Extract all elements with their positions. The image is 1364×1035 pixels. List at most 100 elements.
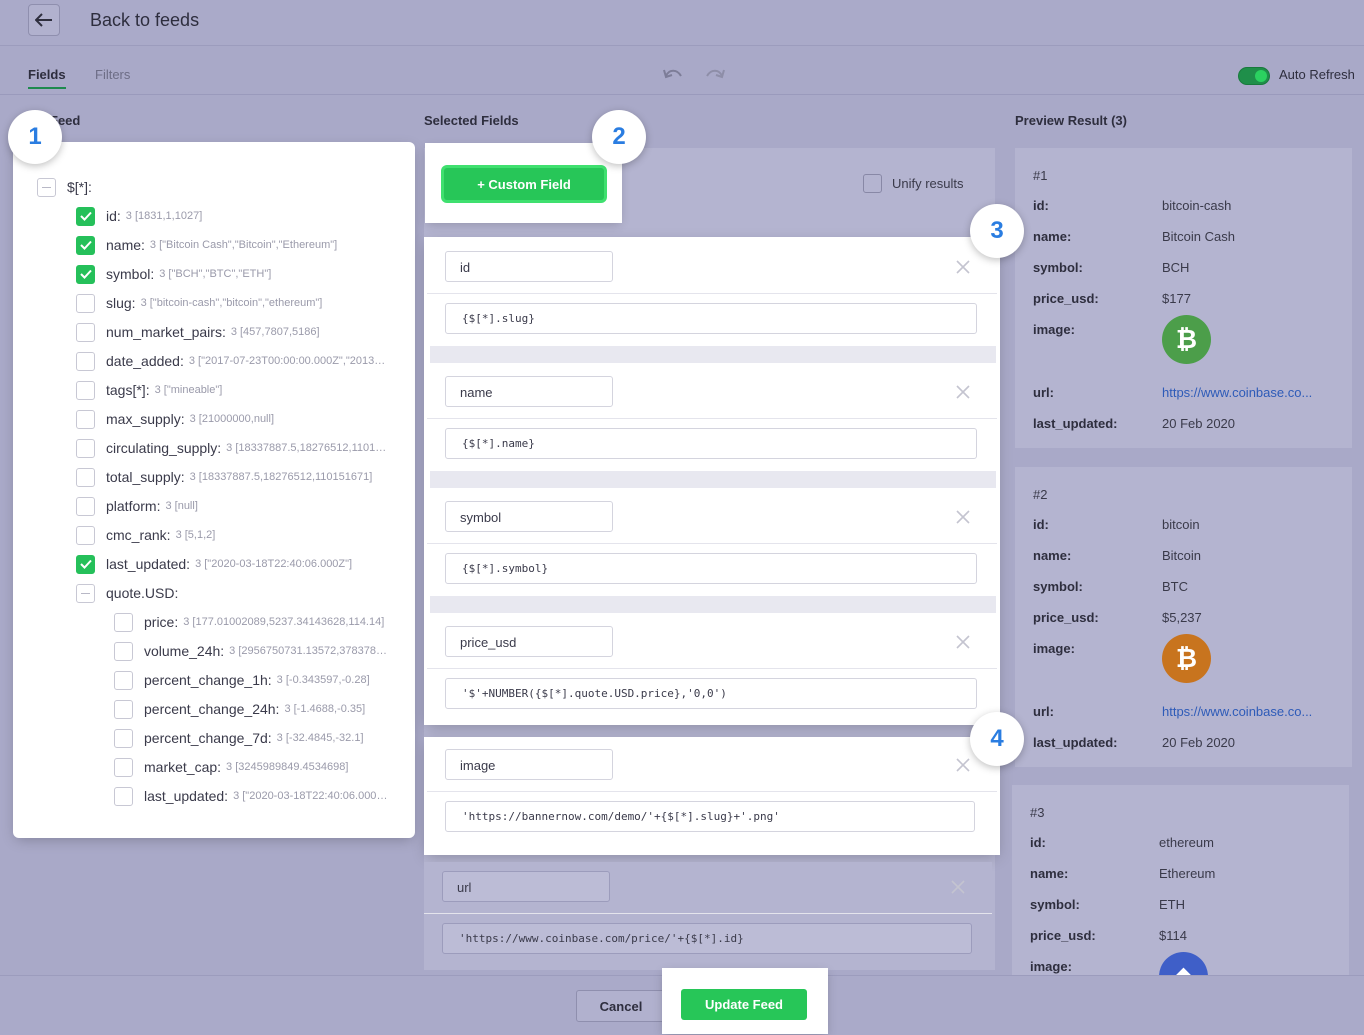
update-feed-button[interactable]: Update Feed xyxy=(681,989,807,1020)
tree-checkbox[interactable] xyxy=(76,206,95,226)
tree-sample-values: 3 [1831,1,1027] xyxy=(125,210,203,222)
field-name-input[interactable]: price_usd xyxy=(445,626,613,657)
field-expression-input[interactable]: {$[*].name} xyxy=(445,428,977,459)
tree-sample-values: 3 ["mineable"] xyxy=(154,384,223,396)
field-expression-input[interactable]: 'https://bannernow.com/demo/'+{$[*].slug… xyxy=(445,801,975,832)
tree-row[interactable]: num_market_pairs: 3 [457,7807,5186] xyxy=(76,321,388,343)
close-icon[interactable] xyxy=(955,259,971,275)
preview-value-name: Bitcoin Cash xyxy=(1162,229,1235,244)
undo-icon[interactable] xyxy=(662,66,684,82)
field-name-input[interactable]: image xyxy=(445,749,613,780)
tree-row[interactable]: id: 3 [1831,1,1027] xyxy=(76,205,388,227)
field-name-input[interactable]: symbol xyxy=(445,501,613,532)
preview-value-price-usd: $177 xyxy=(1162,291,1191,306)
tree-checkbox[interactable] xyxy=(76,554,95,574)
field-name-input[interactable]: name xyxy=(445,376,613,407)
tab-filters[interactable]: Filters xyxy=(95,67,130,82)
tree-row[interactable]: volume_24h: 3 [2956750731.13572,37837845] xyxy=(114,640,388,662)
tree-checkbox[interactable] xyxy=(76,496,95,516)
field-expression-input[interactable]: 'https://www.coinbase.com/price/'+{$[*].… xyxy=(442,923,972,954)
selected-field: name {$[*].name} xyxy=(427,365,997,475)
tree-checkbox[interactable] xyxy=(114,670,133,690)
tree-checkbox[interactable] xyxy=(114,757,133,777)
tree-checkbox[interactable] xyxy=(76,293,95,313)
redo-icon[interactable] xyxy=(704,66,726,82)
close-icon[interactable] xyxy=(950,879,966,895)
close-icon[interactable] xyxy=(955,509,971,525)
custom-field-button[interactable]: + Custom Field xyxy=(444,168,604,200)
preview-label-name: name: xyxy=(1033,229,1072,244)
tree-checkbox[interactable] xyxy=(76,264,95,284)
tree-row[interactable]: platform: 3 [null] xyxy=(76,495,388,517)
tree-row[interactable]: percent_change_24h: 3 [-1.4688,-0.35] xyxy=(114,698,388,720)
tree-row[interactable]: circulating_supply: 3 [18337887.5,1827651… xyxy=(76,437,388,459)
field-name-input[interactable]: url xyxy=(442,871,610,902)
remove-field-button[interactable] xyxy=(950,879,966,895)
field-expression-input[interactable]: {$[*].slug} xyxy=(445,303,977,334)
remove-field-button[interactable] xyxy=(955,384,971,400)
close-icon[interactable] xyxy=(955,757,971,773)
remove-field-button[interactable] xyxy=(955,634,971,650)
close-icon[interactable] xyxy=(955,634,971,650)
tree-row[interactable]: percent_change_1h: 3 [-0.343597,-0.28] xyxy=(114,669,388,691)
tab-fields[interactable]: Fields xyxy=(28,67,66,89)
tree-row[interactable]: slug: 3 ["bitcoin-cash","bitcoin","ethere… xyxy=(76,292,388,314)
tree-checkbox[interactable] xyxy=(76,380,95,400)
tree-sample-values: 3 [-32.4845,-32.1] xyxy=(276,732,364,744)
tree-checkbox[interactable] xyxy=(114,786,133,806)
field-name-input[interactable]: id xyxy=(445,251,613,282)
field-spacer xyxy=(430,596,996,613)
tree-checkbox[interactable] xyxy=(76,235,95,255)
auto-refresh-toggle[interactable] xyxy=(1238,67,1270,85)
preview-value-url[interactable]: https://www.coinbase.co... xyxy=(1162,385,1312,400)
back-button[interactable] xyxy=(28,4,60,36)
tree-row[interactable]: name: 3 ["Bitcoin Cash","Bitcoin","Ethere… xyxy=(76,234,388,256)
tree-row[interactable]: last_updated: 3 ["2020-03-18T22:40:06.000… xyxy=(76,553,388,575)
tree-checkbox[interactable] xyxy=(37,177,56,197)
preview-label-price-usd: price_usd: xyxy=(1030,928,1096,943)
tree-sample-values: 3 ["Bitcoin Cash","Bitcoin","Ethereum"] xyxy=(149,239,338,251)
tree-row[interactable]: $[*]: xyxy=(37,176,388,198)
tree-checkbox[interactable] xyxy=(76,409,95,429)
tree-checkbox[interactable] xyxy=(114,641,133,661)
tree-checkbox[interactable] xyxy=(114,612,133,632)
tree-row[interactable]: symbol: 3 ["BCH","BTC","ETH"] xyxy=(76,263,388,285)
field-expression-input[interactable]: {$[*].symbol} xyxy=(445,553,977,584)
tree-row[interactable]: price: 3 [177.01002089,5237.34143628,114.… xyxy=(114,611,388,633)
toggle-knob xyxy=(1255,70,1267,82)
preview-label-symbol: symbol: xyxy=(1033,579,1083,594)
tree-checkbox[interactable] xyxy=(76,525,95,545)
preview-value-url[interactable]: https://www.coinbase.co... xyxy=(1162,704,1312,719)
tree-row[interactable]: date_added: 3 ["2017-07-23T00:00:00.000Z"… xyxy=(76,350,388,372)
tree-checkbox[interactable] xyxy=(76,438,95,458)
cancel-button[interactable]: Cancel xyxy=(576,990,666,1022)
tree-checkbox[interactable] xyxy=(114,728,133,748)
tree-row[interactable]: percent_change_7d: 3 [-32.4845,-32.1] xyxy=(114,727,388,749)
tree-key: quote.USD: xyxy=(106,585,179,601)
close-icon[interactable] xyxy=(955,384,971,400)
tree-row[interactable]: market_cap: 3 [3245989849.4534698] xyxy=(114,756,388,778)
tree-row[interactable]: last_updated: 3 ["2020-03-18T22:40:06.000… xyxy=(114,785,388,807)
tree-row[interactable]: quote.USD: xyxy=(76,582,388,604)
auto-refresh-label: Auto Refresh xyxy=(1279,67,1355,82)
tree-checkbox[interactable] xyxy=(76,467,95,487)
tree-row[interactable]: cmc_rank: 3 [5,1,2] xyxy=(76,524,388,546)
tree-sample-values: 3 ["2020-03-18T22:40:06.000Z"] xyxy=(233,790,388,802)
tree-row[interactable]: tags[*]: 3 ["mineable"] xyxy=(76,379,388,401)
tree-sample-values: 3 [-1.4688,-0.35] xyxy=(284,703,366,715)
preview-value-name: Ethereum xyxy=(1159,866,1216,881)
tree-checkbox[interactable] xyxy=(76,583,95,603)
tree-row[interactable]: max_supply: 3 [21000000,null] xyxy=(76,408,388,430)
tree-row[interactable]: total_supply: 3 [18337887.5,18276512,1101… xyxy=(76,466,388,488)
tree-sample-values: 3 [457,7807,5186] xyxy=(230,326,320,338)
unify-results-checkbox[interactable] xyxy=(863,174,882,193)
field-expression-input[interactable]: '$'+NUMBER({$[*].quote.USD.price},'0,0') xyxy=(445,678,977,709)
tree-checkbox[interactable] xyxy=(76,322,95,342)
tree-checkbox[interactable] xyxy=(76,351,95,371)
remove-field-button[interactable] xyxy=(955,509,971,525)
tree-checkbox[interactable] xyxy=(114,699,133,719)
remove-field-button[interactable] xyxy=(955,259,971,275)
tree-sample-values: 3 ["bitcoin-cash","bitcoin","ethereum"] xyxy=(140,297,323,309)
remove-field-button[interactable] xyxy=(955,757,971,773)
preview-column-title: Preview Result (3) xyxy=(1015,113,1127,128)
